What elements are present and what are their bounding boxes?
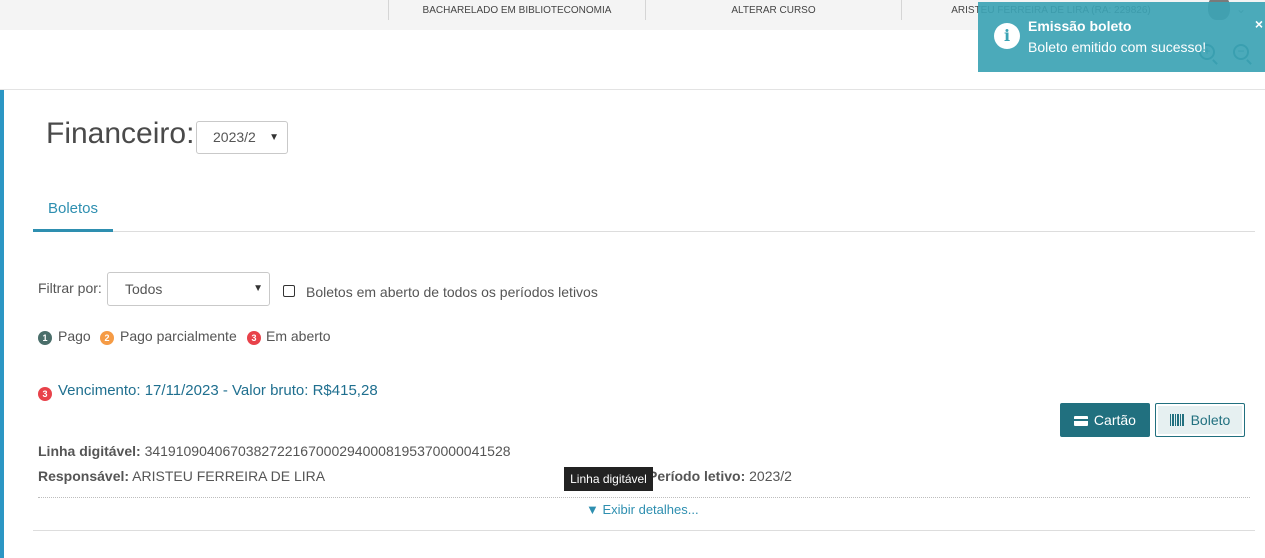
info-icon: i bbox=[994, 23, 1020, 49]
status-open-badge: 3 bbox=[247, 331, 261, 345]
boleto-status-badge: 3 bbox=[38, 387, 52, 401]
legend-open-label: Em aberto bbox=[266, 328, 331, 344]
periodo-row: Período letivo: 2023/2 bbox=[648, 468, 792, 484]
filter-label: Filtrar por: bbox=[38, 280, 102, 296]
active-tab-indicator bbox=[33, 229, 113, 232]
periodo-value: 2023/2 bbox=[749, 468, 792, 484]
legend-paid-label: Pago bbox=[58, 328, 91, 344]
credit-card-icon bbox=[1074, 416, 1089, 426]
toast-message: Boleto emitido com sucesso! bbox=[1028, 39, 1207, 55]
header-divider bbox=[0, 89, 1265, 90]
chevron-down-icon: ▼ bbox=[269, 132, 279, 143]
change-course-link[interactable]: ALTERAR CURSO bbox=[646, 0, 901, 22]
period-select-value: 2023/2 bbox=[213, 129, 256, 145]
show-details-link[interactable]: ▼ Exibir detalhes... bbox=[586, 502, 699, 517]
notification-toast: i Emissão boleto Boleto emitido com suce… bbox=[978, 2, 1265, 72]
responsavel-label: Responsável: bbox=[38, 468, 130, 484]
pay-card-label: Cartão bbox=[1093, 412, 1136, 428]
page-title: Financeiro: bbox=[46, 117, 195, 150]
open-boletos-checkbox-label[interactable]: Boletos em aberto de todos os períodos l… bbox=[306, 284, 598, 300]
toast-title: Emissão boleto bbox=[1028, 18, 1132, 34]
dotted-divider bbox=[38, 497, 1250, 498]
tab-boletos[interactable]: Boletos bbox=[33, 200, 113, 232]
legend-partial-label: Pago parcialmente bbox=[120, 328, 237, 344]
tabs-border bbox=[33, 231, 1255, 232]
pay-card-button[interactable]: Cartão bbox=[1060, 403, 1150, 437]
responsavel-row: Responsável: ARISTEU FERREIRA DE LIRA bbox=[38, 468, 325, 484]
boleto-bottom-border bbox=[33, 530, 1255, 531]
responsavel-value: ARISTEU FERREIRA DE LIRA bbox=[132, 468, 326, 484]
filter-select[interactable]: Todos ▼ bbox=[107, 272, 270, 306]
linha-digitavel-value[interactable]: 3419109040670382722167000294000819537000… bbox=[145, 443, 511, 459]
barcode-icon bbox=[1169, 414, 1185, 426]
boleto-button-label: Boleto bbox=[1190, 412, 1231, 428]
left-accent-bar bbox=[0, 90, 4, 558]
filter-select-value: Todos bbox=[125, 281, 163, 297]
tooltip: Linha digitável bbox=[564, 467, 653, 491]
status-partial-badge: 2 bbox=[100, 331, 114, 345]
linha-digitavel-row: Linha digitável: 34191090406703827221670… bbox=[38, 443, 511, 459]
open-boletos-checkbox[interactable] bbox=[283, 285, 295, 297]
current-course-link[interactable]: BACHARELADO EM BIBLIOTECONOMIA bbox=[389, 0, 645, 22]
close-icon[interactable]: × bbox=[1255, 16, 1263, 32]
periodo-label: Período letivo: bbox=[648, 468, 746, 484]
boleto-due-info: Vencimento: 17/11/2023 - Valor bruto: R$… bbox=[58, 382, 378, 399]
linha-digitavel-label: Linha digitável: bbox=[38, 443, 141, 459]
period-select[interactable]: 2023/2 ▼ bbox=[196, 121, 288, 154]
status-paid-badge: 1 bbox=[38, 331, 52, 345]
boleto-button[interactable]: Boleto bbox=[1155, 403, 1245, 437]
chevron-down-icon: ▼ bbox=[253, 283, 263, 294]
